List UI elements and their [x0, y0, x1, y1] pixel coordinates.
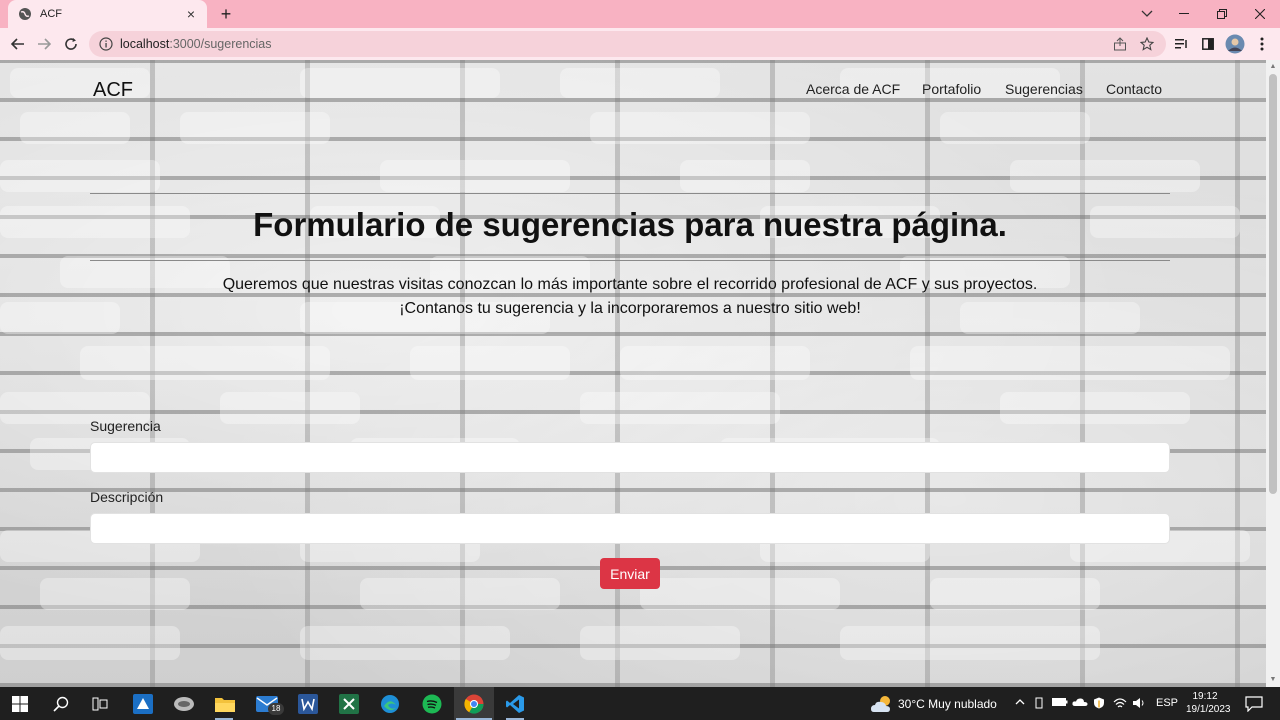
- intro-text-line-2: ¡Contanos tu sugerencia y la incorporare…: [399, 300, 861, 317]
- input-language[interactable]: ESP: [1156, 697, 1178, 709]
- disk-app-icon[interactable]: [172, 692, 196, 716]
- side-panel-icon[interactable]: [1197, 33, 1219, 55]
- profile-avatar[interactable]: [1224, 33, 1246, 55]
- spotify-icon[interactable]: [420, 692, 444, 716]
- reading-list-icon[interactable]: [1171, 33, 1193, 55]
- globe-icon: [18, 7, 32, 21]
- taskbar-clock[interactable]: 19:12 19/1/2023: [1186, 690, 1231, 716]
- chrome-icon[interactable]: [462, 692, 486, 716]
- edge-icon[interactable]: [378, 692, 402, 716]
- close-tab-icon[interactable]: ×: [183, 6, 199, 22]
- reload-icon[interactable]: [60, 33, 82, 55]
- nav-link-sugerencias[interactable]: Sugerencias: [1005, 81, 1083, 97]
- back-arrow-icon[interactable]: [7, 33, 29, 55]
- brick-wall-background: [0, 68, 1250, 660]
- weather-cloudy-icon[interactable]: [870, 692, 894, 716]
- address-bar[interactable]: localhost:3000/sugerencias: [89, 31, 1166, 57]
- page-viewport: ACF Acerca de ACF Portafolio Sugerencias…: [0, 60, 1266, 687]
- nav-link-contacto[interactable]: Contacto: [1106, 81, 1162, 97]
- tray-device-icon[interactable]: [1034, 697, 1044, 712]
- url-host: localhost: [120, 37, 170, 51]
- bookmark-star-icon[interactable]: [1139, 36, 1155, 52]
- share-icon[interactable]: [1112, 36, 1128, 52]
- volume-icon[interactable]: [1132, 697, 1146, 712]
- description-input[interactable]: [90, 513, 1170, 544]
- heading-top-divider: [90, 193, 1170, 194]
- notification-center-icon[interactable]: [1242, 692, 1266, 716]
- nav-link-portafolio[interactable]: Portafolio: [922, 81, 981, 97]
- submit-button[interactable]: Enviar: [600, 558, 660, 589]
- battery-icon[interactable]: [1052, 697, 1068, 710]
- scroll-down-icon[interactable]: ▼: [1269, 676, 1277, 684]
- word-icon[interactable]: [296, 692, 320, 716]
- kebab-menu-icon[interactable]: [1251, 33, 1273, 55]
- site-info-icon[interactable]: [99, 37, 113, 51]
- suggestion-input[interactable]: [90, 442, 1170, 473]
- close-window-icon[interactable]: [1246, 4, 1274, 24]
- tray-expand-chevron-icon[interactable]: [1015, 697, 1025, 709]
- windows-taskbar: 18 30°C Muy nublado ESP 19:12 19/1/2023: [0, 687, 1280, 720]
- browser-tabstrip: ACF × +: [0, 0, 1280, 28]
- vscode-icon[interactable]: [503, 692, 527, 716]
- page-scrollbar[interactable]: ▲ ▼: [1266, 60, 1280, 687]
- description-label: Descripción: [90, 489, 164, 505]
- site-brand[interactable]: ACF: [93, 79, 133, 102]
- task-view-icon[interactable]: [88, 692, 112, 716]
- excel-icon[interactable]: [337, 692, 361, 716]
- minimize-icon[interactable]: [1170, 4, 1198, 24]
- url-path: :3000/sugerencias: [169, 37, 272, 51]
- wifi-icon[interactable]: [1113, 697, 1127, 712]
- file-explorer-icon[interactable]: [213, 692, 237, 716]
- security-shield-icon[interactable]: [1093, 697, 1105, 712]
- browser-toolbar: localhost:3000/sugerencias: [0, 28, 1280, 60]
- search-icon[interactable]: [49, 692, 73, 716]
- browser-tab[interactable]: ACF ×: [8, 0, 207, 28]
- scroll-up-icon[interactable]: ▲: [1269, 63, 1277, 71]
- page-title: Formulario de sugerencias para nuestra p…: [253, 206, 1007, 243]
- weather-text[interactable]: 30°C Muy nublado: [898, 697, 997, 711]
- heading-bottom-divider: [90, 260, 1170, 261]
- url-text: localhost:3000/sugerencias: [120, 37, 272, 51]
- nav-link-acerca[interactable]: Acerca de ACF: [806, 81, 900, 97]
- suggestion-label: Sugerencia: [90, 418, 161, 434]
- tab-search-icon[interactable]: [1133, 4, 1161, 24]
- restore-icon[interactable]: [1208, 4, 1236, 24]
- mail-unread-badge: 18: [268, 703, 284, 715]
- tab-title: ACF: [40, 8, 62, 20]
- clock-date: 19/1/2023: [1186, 704, 1231, 715]
- forward-arrow-icon[interactable]: [33, 33, 55, 55]
- onedrive-cloud-icon[interactable]: [1072, 697, 1088, 710]
- app-blue-icon[interactable]: [131, 692, 155, 716]
- new-tab-button[interactable]: +: [216, 4, 236, 24]
- intro-text-line-1: Queremos que nuestras visitas conozcan l…: [222, 276, 1038, 293]
- windows-start-icon[interactable]: [8, 692, 32, 716]
- scroll-thumb[interactable]: [1269, 74, 1277, 494]
- clock-time: 19:12: [1192, 691, 1218, 702]
